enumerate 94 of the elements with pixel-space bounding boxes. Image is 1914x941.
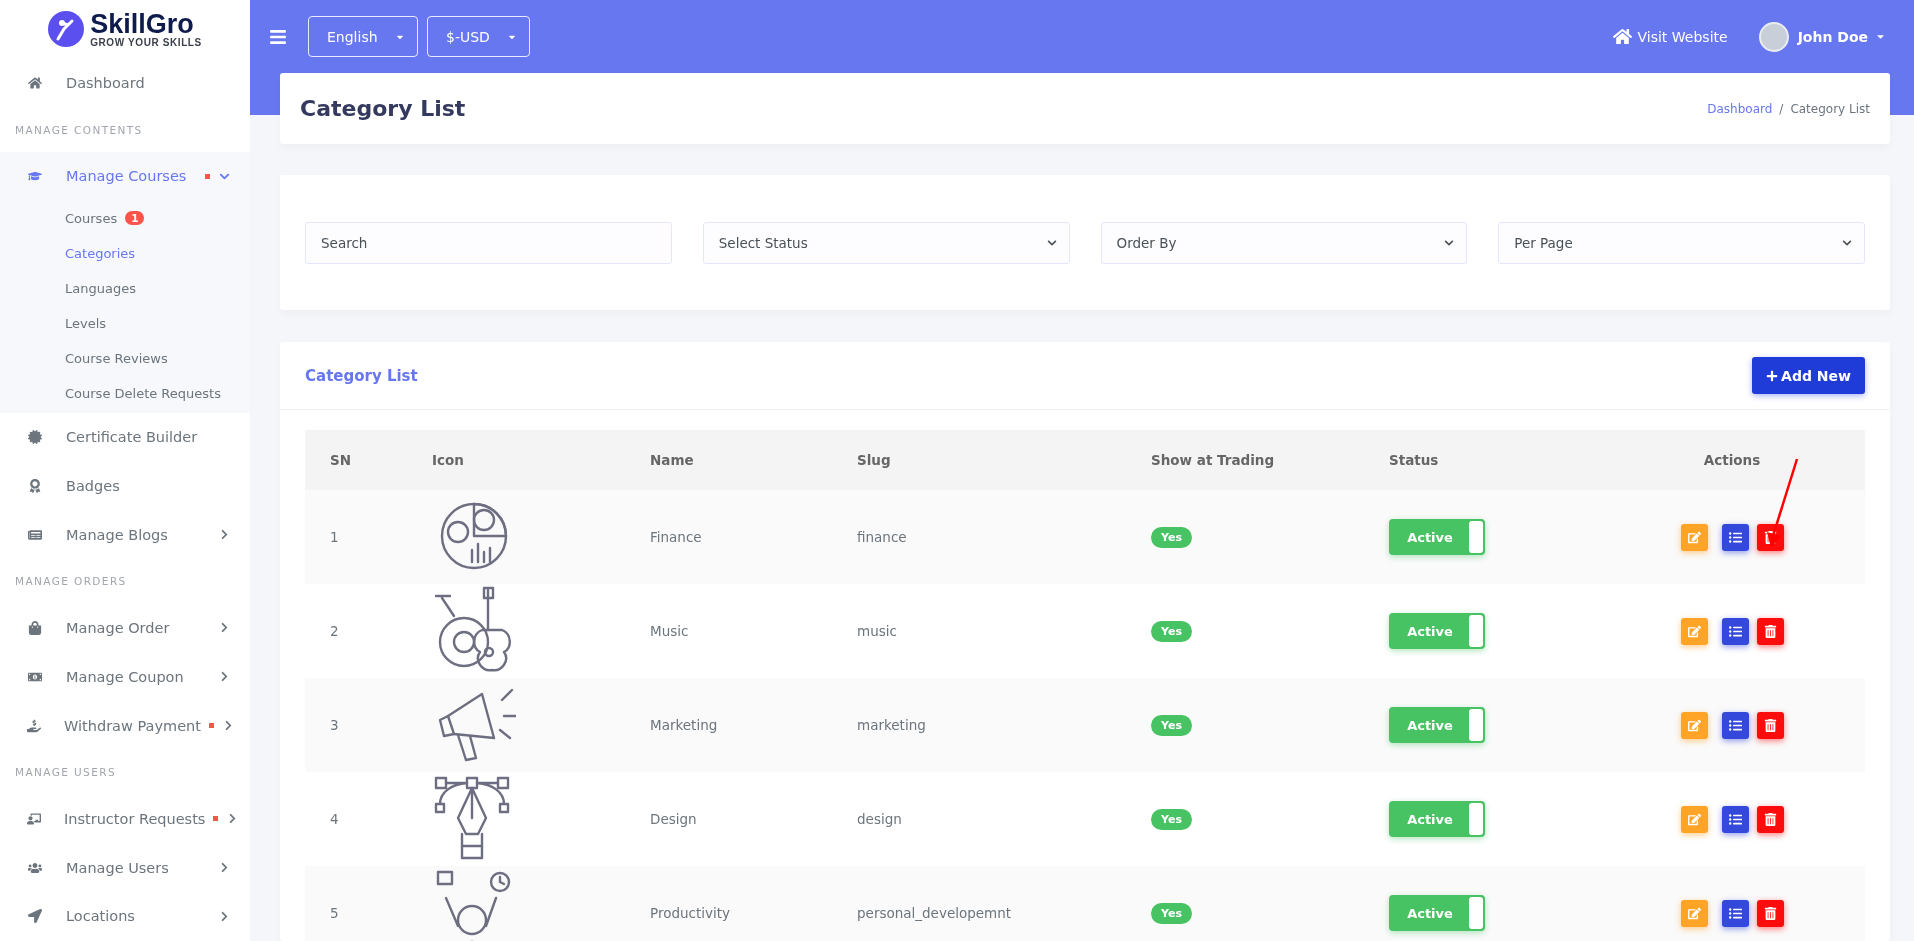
trading-badge: Yes <box>1151 714 1192 736</box>
count-badge: 1 <box>125 211 145 226</box>
table-cell: 1 <box>305 490 407 584</box>
avatar <box>1758 21 1789 52</box>
column-header: Name <box>625 430 832 490</box>
submenu-item[interactable]: Levels <box>0 305 250 341</box>
table-cell: design <box>832 772 1126 866</box>
table-cell: 4 <box>305 772 407 866</box>
table-cell: Marketing <box>625 678 832 772</box>
trading-badge: Yes <box>1151 526 1192 548</box>
list-icon <box>1729 624 1742 638</box>
table-cell: 3 <box>305 678 407 772</box>
edit-icon <box>1688 906 1701 920</box>
brand-tagline: GROW YOUR SKILLS <box>90 37 202 48</box>
trading-badge: Yes <box>1151 808 1192 830</box>
sidebar-item[interactable]: Badges <box>0 461 250 511</box>
table-cell: finance <box>832 490 1126 584</box>
visit-website-link[interactable]: Visit Website <box>1612 27 1728 46</box>
submenu-item[interactable]: Languages <box>0 270 250 306</box>
list-button[interactable] <box>1722 523 1749 551</box>
list-icon <box>1729 812 1742 826</box>
sidebar-section-label: MANAGE USERS <box>14 765 117 781</box>
logo-icon <box>48 11 85 48</box>
currency-select[interactable]: $-USD <box>427 16 530 57</box>
sidebar-item[interactable]: Instructor Requests <box>0 794 250 844</box>
trading-badge: Yes <box>1151 902 1192 924</box>
table-cell: Music <box>625 584 832 678</box>
list-button[interactable] <box>1722 805 1749 833</box>
trading-badge: Yes <box>1151 620 1192 642</box>
plus-icon <box>1766 369 1779 382</box>
delete-button[interactable] <box>1757 805 1784 833</box>
trash-icon <box>1764 624 1777 638</box>
edit-icon <box>1688 718 1701 732</box>
search-field[interactable]: Search <box>305 221 672 264</box>
language-select[interactable]: English <box>308 16 418 57</box>
edit-icon <box>1688 812 1701 826</box>
column-header: Status <box>1364 430 1600 490</box>
table-cell: Design <box>625 772 832 866</box>
sidebar-section-label: MANAGE CONTENTS <box>14 122 144 138</box>
sidebar-section-label: MANAGE ORDERS <box>14 574 128 590</box>
home-icon <box>1612 27 1632 46</box>
add-new-button[interactable]: Add New <box>1752 357 1865 394</box>
list-button[interactable] <box>1722 899 1749 927</box>
sidebar-item[interactable]: Manage Order <box>0 603 250 653</box>
table-cell: marketing <box>832 678 1126 772</box>
delete-button[interactable] <box>1757 711 1784 739</box>
chevron-icon <box>1046 237 1057 248</box>
trash-icon <box>1764 812 1777 826</box>
submenu-item[interactable]: Categories <box>0 235 250 271</box>
table-cell: Finance <box>625 490 832 584</box>
column-header: Show at Trading <box>1126 430 1364 490</box>
list-icon <box>1729 718 1742 732</box>
column-header: Icon <box>407 430 625 490</box>
delete-button[interactable] <box>1757 899 1784 927</box>
table-cell: 5 <box>305 866 407 941</box>
list-button[interactable] <box>1722 711 1749 739</box>
sidebar-item[interactable]: Manage Users <box>0 843 250 893</box>
submenu-item[interactable]: Course Reviews <box>0 340 250 376</box>
sidebar-item[interactable]: Locations <box>0 892 250 941</box>
column-header: Slug <box>832 430 1126 490</box>
table-cell: 2 <box>305 584 407 678</box>
edit-icon <box>1688 624 1701 638</box>
breadcrumb-link[interactable]: Dashboard <box>1707 101 1773 116</box>
sidebar-item[interactable]: Dashboard <box>0 58 250 108</box>
edit-icon <box>1688 530 1701 544</box>
delete-button[interactable] <box>1757 617 1784 645</box>
column-header: SN <box>305 430 407 490</box>
sidebar-item[interactable]: Manage Courses <box>0 151 250 201</box>
list-icon <box>1729 530 1742 544</box>
submenu-item[interactable]: Courses 1 <box>0 200 250 236</box>
sidebar-item[interactable]: Manage Coupon <box>0 652 250 702</box>
sidebar-item[interactable]: Withdraw Payment <box>0 701 250 751</box>
list-button[interactable] <box>1722 617 1749 645</box>
trash-icon <box>1764 718 1777 732</box>
table-cell: personal_developemnt <box>832 866 1126 941</box>
column-header: Actions <box>1600 430 1865 490</box>
breadcrumb-separator: / <box>1779 101 1784 116</box>
filter-select[interactable]: Per Page <box>1498 221 1865 264</box>
chevron-icon <box>1444 237 1455 248</box>
filter-select[interactable]: Select Status <box>702 221 1070 264</box>
user-menu[interactable]: John Doe <box>1797 28 1886 45</box>
breadcrumb-current: Category List <box>1790 101 1870 116</box>
chevron-icon <box>1842 237 1852 248</box>
list-icon <box>1729 906 1742 920</box>
sidebar-item[interactable]: Manage Blogs <box>0 510 250 560</box>
table-cell: Productivity <box>625 866 832 941</box>
page-title: Category List <box>300 96 466 121</box>
sidebar-item[interactable]: Certificate Builder <box>0 412 250 462</box>
trash-icon <box>1764 906 1777 920</box>
submenu-item[interactable]: Course Delete Requests <box>0 375 250 411</box>
brand-name: SkillGro <box>90 10 194 38</box>
filter-select[interactable]: Order By <box>1100 221 1468 264</box>
table-cell: music <box>832 584 1126 678</box>
card-title: Category List <box>305 366 418 385</box>
